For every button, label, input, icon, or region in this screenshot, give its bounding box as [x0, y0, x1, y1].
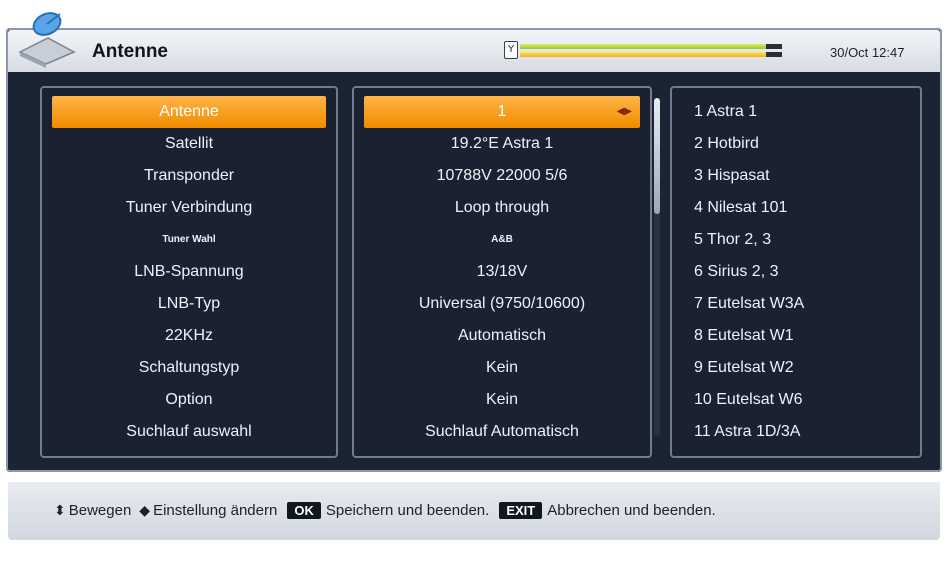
- satellite-list-item[interactable]: 5 Thor 2, 3: [672, 224, 920, 256]
- setting-value-text: 19.2°E Astra 1: [450, 135, 554, 152]
- scrollbar-thumb[interactable]: [654, 98, 660, 214]
- settings-label-list: Antenne Satellit Transponder Tuner Verbindu…: [42, 96, 336, 448]
- scrollbar[interactable]: [654, 98, 660, 436]
- setting-value-text: 10788V 22000 5/6: [436, 167, 568, 184]
- setting-label[interactable]: Antenne: [52, 96, 326, 128]
- setting-label[interactable]: Option: [42, 384, 336, 416]
- satellite-list-item[interactable]: 4 Nilesat 101: [672, 192, 920, 224]
- setting-label[interactable]: LNB-Typ: [42, 288, 336, 320]
- settings-value-panel: 1 ◀▶ 19.2°E Astra 1 10788V 22000 5/6 Loop th…: [352, 86, 652, 458]
- clock: 30/Oct 12:47: [830, 45, 905, 60]
- setting-value-text: Automatisch: [457, 327, 547, 344]
- setting-value[interactable]: 19.2°E Astra 1: [354, 128, 650, 160]
- signal-strength-bar: [520, 44, 782, 49]
- signal-strength-icon: Y: [504, 41, 518, 59]
- setting-label[interactable]: Satellit: [42, 128, 336, 160]
- setting-value[interactable]: Kein: [354, 384, 650, 416]
- satellite-list-item[interactable]: 10 Eutelsat W6: [672, 384, 920, 416]
- signal-strength-fill: [520, 44, 767, 49]
- setting-label[interactable]: Tuner Verbindung: [42, 192, 336, 224]
- setting-value-text: Loop through: [454, 199, 550, 216]
- setting-label[interactable]: Tuner Wahl: [42, 224, 336, 256]
- left-right-arrows-icon: ◆: [139, 502, 151, 518]
- setting-value[interactable]: Automatisch: [354, 320, 650, 352]
- satellite-list-item[interactable]: 1 Astra 1: [672, 96, 920, 128]
- signal-quality-fill: [520, 52, 767, 57]
- setting-label[interactable]: Schaltungstyp: [42, 352, 336, 384]
- setting-label[interactable]: LNB-Spannung: [42, 256, 336, 288]
- ok-key[interactable]: OK: [287, 502, 321, 519]
- page-title: Antenne: [92, 41, 168, 62]
- satellite-list-item[interactable]: 11 Astra 1D/3A: [672, 416, 920, 448]
- hint-line: ⬍ Bewegen ◆ Einstellung ändern OK Speich…: [54, 502, 716, 519]
- satellite-dish-icon: [18, 12, 76, 68]
- setting-value-text: A&B: [491, 234, 513, 245]
- setting-value-text: Kein: [485, 391, 519, 408]
- setting-value-text: Universal (9750/10600): [418, 295, 586, 312]
- satellite-list-item[interactable]: 9 Eutelsat W2: [672, 352, 920, 384]
- hint-ok-label: Speichern und beenden.: [325, 502, 490, 519]
- hint-exit-label: Abbrechen und beenden.: [547, 502, 716, 519]
- setting-value-text: 13/18V: [476, 263, 528, 280]
- up-down-arrows-icon: ⬍: [54, 502, 66, 518]
- setting-label[interactable]: 22KHz: [42, 320, 336, 352]
- hint-move-label: Bewegen: [68, 502, 132, 519]
- settings-value-list: 1 ◀▶ 19.2°E Astra 1 10788V 22000 5/6 Loop th…: [354, 96, 650, 448]
- setting-label[interactable]: Transponder: [42, 160, 336, 192]
- left-right-arrows-icon: ◀▶: [616, 106, 632, 117]
- hint-change-label: Einstellung ändern: [153, 502, 278, 519]
- satellite-list-item[interactable]: 6 Sirius 2, 3: [672, 256, 920, 288]
- setting-label[interactable]: Suchlauf auswahl: [42, 416, 336, 448]
- settings-label-panel: Antenne Satellit Transponder Tuner Verbindu…: [40, 86, 338, 458]
- satellite-list: 1 Astra 12 Hotbird 3 Hispasat 4 Nilesat 10…: [672, 96, 920, 448]
- setting-value-text: Kein: [485, 359, 519, 376]
- satellite-list-item[interactable]: 7 Eutelsat W3A: [672, 288, 920, 320]
- setting-value[interactable]: Kein: [354, 352, 650, 384]
- setting-value[interactable]: Universal (9750/10600): [354, 288, 650, 320]
- exit-key[interactable]: EXIT: [499, 502, 543, 519]
- satellite-list-item[interactable]: 2 Hotbird: [672, 128, 920, 160]
- signal-quality-bar: [520, 52, 782, 57]
- setting-value-text: Suchlauf Automatisch: [425, 423, 579, 440]
- setting-value-text: 1: [497, 103, 507, 120]
- setting-value[interactable]: A&B: [354, 224, 650, 256]
- satellite-list-item[interactable]: 3 Hispasat: [672, 160, 920, 192]
- satellite-list-panel: 1 Astra 12 Hotbird 3 Hispasat 4 Nilesat 10…: [670, 86, 922, 458]
- setting-value[interactable]: Loop through: [354, 192, 650, 224]
- setting-value[interactable]: 10788V 22000 5/6: [354, 160, 650, 192]
- signal-bars: [520, 42, 782, 60]
- setting-value[interactable]: 13/18V: [354, 256, 650, 288]
- setting-value[interactable]: 1 ◀▶: [364, 96, 640, 128]
- setting-value[interactable]: Suchlauf Automatisch: [354, 416, 650, 448]
- satellite-list-item[interactable]: 8 Eutelsat W1: [672, 320, 920, 352]
